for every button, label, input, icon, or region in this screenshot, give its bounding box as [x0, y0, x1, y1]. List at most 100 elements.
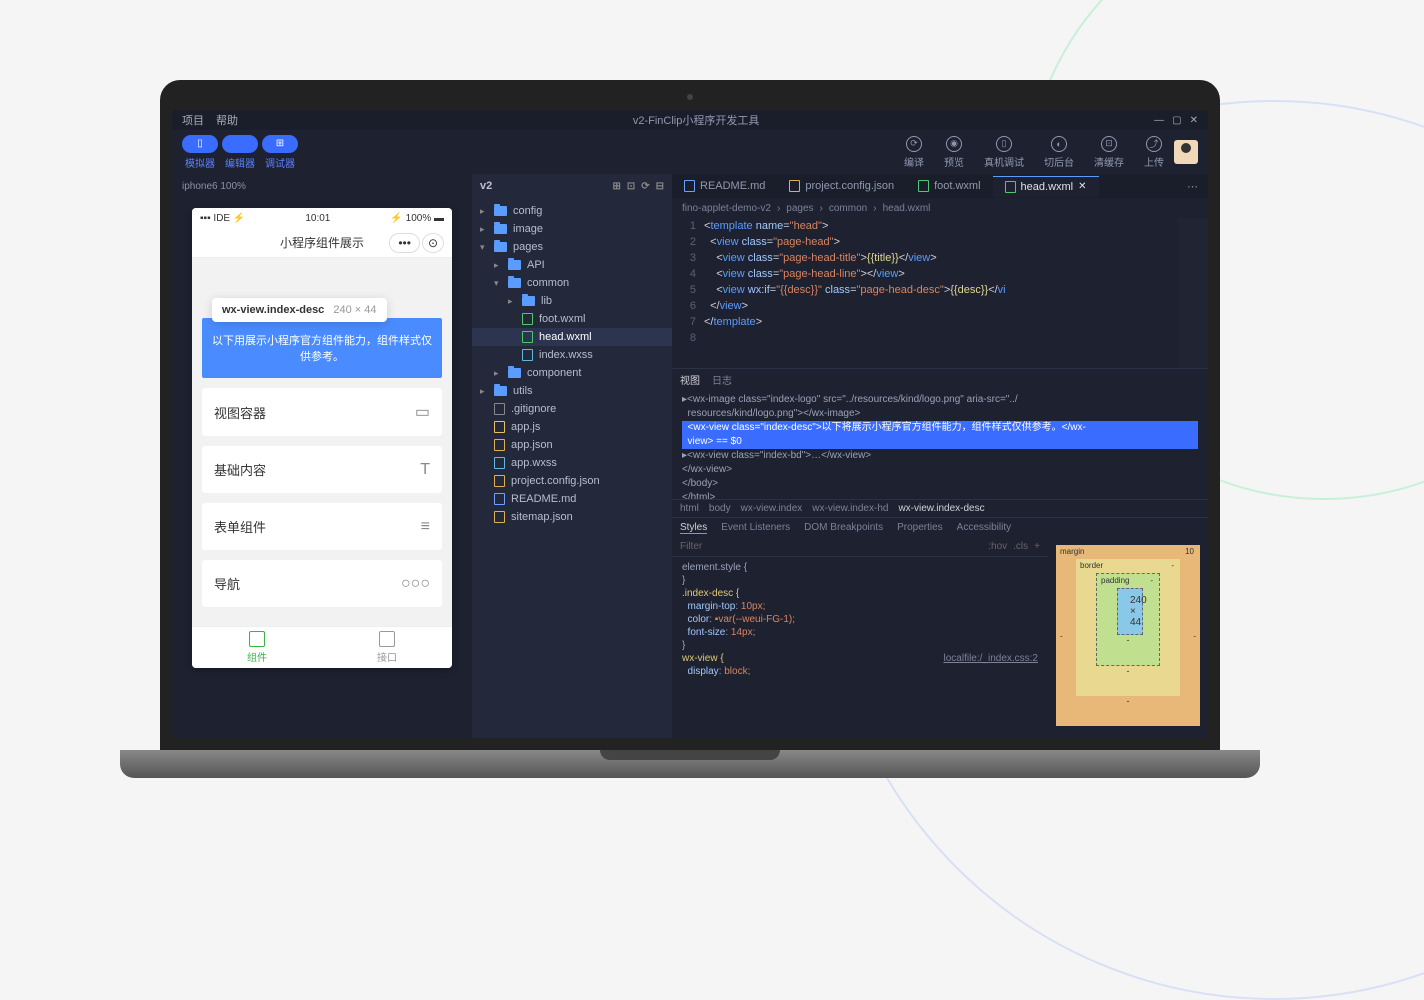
filter-action[interactable]: +	[1034, 541, 1040, 552]
minimize-icon[interactable]: —	[1154, 115, 1164, 126]
tree-item[interactable]: ▾ common	[472, 274, 672, 292]
toolbar-pill-0[interactable]: ▯ 模拟器	[182, 135, 218, 170]
border-bottom-val: -	[1127, 666, 1130, 676]
toolbar-action-0[interactable]: ⟳编译	[904, 136, 924, 169]
editor-panel: README.md project.config.json foot.wxml …	[672, 174, 1208, 738]
dom-line[interactable]: resources/kind/logo.png"></wx-image>	[682, 407, 1198, 421]
element-crumb[interactable]: wx-view.index-desc	[898, 503, 984, 514]
toolbar-pill-1[interactable]: 编辑器	[222, 135, 258, 170]
element-crumb[interactable]: wx-view.index-hd	[812, 503, 888, 514]
editor-tab[interactable]: head.wxml ✕	[993, 176, 1099, 197]
inspector-tooltip: wx-view.index-desc 240 × 44	[212, 298, 387, 322]
tree-item[interactable]: ▸ API	[472, 256, 672, 274]
list-item[interactable]: 基础内容 T	[202, 446, 442, 493]
dom-line[interactable]: </body>	[682, 477, 1198, 491]
new-folder-icon[interactable]: ⊡	[627, 181, 635, 192]
menu-help[interactable]: 帮助	[216, 112, 238, 128]
toolbar-action-3[interactable]: ◐切后台	[1044, 136, 1074, 169]
content-size: 240 × 44	[1117, 588, 1143, 635]
filter-input[interactable]: Filter	[680, 541, 702, 552]
more-icon[interactable]: •••	[389, 233, 420, 253]
tree-item[interactable]: README.md	[472, 490, 672, 508]
dom-line[interactable]: </html>	[682, 491, 1198, 499]
folder-icon	[522, 296, 535, 306]
new-file-icon[interactable]: ⊞	[612, 181, 620, 192]
dom-line[interactable]: ▸<wx-image class="index-logo" src="../re…	[682, 393, 1198, 407]
phone-tab-0[interactable]: 组件	[192, 627, 322, 668]
list-item[interactable]: 表单组件 ≡	[202, 503, 442, 550]
toolbar-action-2[interactable]: ▯真机调试	[984, 136, 1024, 169]
minimap[interactable]	[1178, 218, 1208, 368]
tree-item[interactable]: app.js	[472, 418, 672, 436]
phone-tab-1[interactable]: 接口	[322, 627, 452, 668]
tree-item[interactable]: project.config.json	[472, 472, 672, 490]
tab-name: head.wxml	[1021, 181, 1074, 193]
editor-tab[interactable]: foot.wxml	[906, 176, 992, 196]
tree-item[interactable]: app.wxss	[472, 454, 672, 472]
element-crumb[interactable]: html	[680, 503, 699, 514]
style-tab[interactable]: Styles	[680, 522, 707, 534]
element-crumb[interactable]: wx-view.index	[741, 503, 803, 514]
filter-action[interactable]: .cls	[1013, 541, 1028, 552]
tree-item[interactable]: ▸ image	[472, 220, 672, 238]
tab-overflow-icon[interactable]: ⋯	[1177, 180, 1208, 193]
file-icon	[494, 511, 505, 523]
style-tab[interactable]: Accessibility	[957, 522, 1011, 533]
tree-item[interactable]: head.wxml	[472, 328, 672, 346]
dom-line[interactable]: ▸<wx-view class="index-bd">…</wx-view>	[682, 449, 1198, 463]
dom-line[interactable]: </wx-view>	[682, 463, 1198, 477]
toolbar-action-1[interactable]: ◉预览	[944, 136, 964, 169]
tree-item-name: project.config.json	[511, 475, 600, 487]
tree-item[interactable]: ▸ config	[472, 202, 672, 220]
dom-inspector[interactable]: ▸<wx-image class="index-logo" src="../re…	[672, 389, 1208, 499]
maximize-icon[interactable]: ▢	[1172, 115, 1181, 126]
style-tab[interactable]: Event Listeners	[721, 522, 790, 533]
avatar[interactable]	[1174, 140, 1198, 164]
tree-item[interactable]: app.json	[472, 436, 672, 454]
highlighted-element[interactable]: 以下用展示小程序官方组件能力，组件样式仅供参考。	[202, 318, 442, 378]
list-item[interactable]: 导航 ○○○	[202, 560, 442, 607]
target-icon[interactable]: ⊙	[422, 233, 444, 253]
breadcrumb-segment[interactable]: common	[829, 203, 867, 214]
tree-item[interactable]: .gitignore	[472, 400, 672, 418]
close-icon[interactable]: ✕	[1190, 115, 1198, 126]
tree-item[interactable]: foot.wxml	[472, 310, 672, 328]
dom-line[interactable]: view> == $0	[682, 435, 1198, 449]
breadcrumb-segment[interactable]: fino-applet-demo-v2	[682, 203, 771, 214]
menu-project[interactable]: 项目	[182, 112, 204, 128]
devtools-tab-view[interactable]: 视图	[680, 372, 700, 387]
editor-tab[interactable]: README.md	[672, 176, 777, 196]
element-crumb[interactable]: body	[709, 503, 731, 514]
margin-right-val: -	[1193, 631, 1196, 640]
tree-item[interactable]: ▾ pages	[472, 238, 672, 256]
laptop-frame: 项目 帮助 v2-FinClip小程序开发工具 — ▢ ✕ ▯ 模拟器 编辑器 …	[160, 80, 1220, 780]
toolbar-pill-2[interactable]: ⊞ 调试器	[262, 135, 298, 170]
editor-tab[interactable]: project.config.json	[777, 176, 906, 196]
style-rules[interactable]: Filter :hov.cls+ element.style {}.index-…	[672, 537, 1048, 738]
tree-item[interactable]: ▸ lib	[472, 292, 672, 310]
toolbar-action-4[interactable]: ⊡清缓存	[1094, 136, 1124, 169]
style-tab[interactable]: DOM Breakpoints	[804, 522, 883, 533]
filter-action[interactable]: :hov	[988, 541, 1007, 552]
style-tab[interactable]: Properties	[897, 522, 943, 533]
tree-item[interactable]: sitemap.json	[472, 508, 672, 526]
folder-icon	[494, 242, 507, 252]
app-window: 项目 帮助 v2-FinClip小程序开发工具 — ▢ ✕ ▯ 模拟器 编辑器 …	[172, 110, 1208, 738]
tree-item[interactable]: ▸ utils	[472, 382, 672, 400]
refresh-icon[interactable]: ⟳	[641, 181, 649, 192]
breadcrumb-segment[interactable]: pages	[786, 203, 813, 214]
close-icon[interactable]: ✕	[1078, 181, 1086, 192]
dom-line[interactable]: <wx-view class="index-desc">以下将展示小程序官方组件…	[682, 421, 1198, 435]
collapse-icon[interactable]: ⊟	[656, 181, 664, 192]
camera-dot	[687, 94, 693, 100]
devtools-tab-log[interactable]: 日志	[712, 372, 732, 387]
list-item-label: 导航	[214, 574, 240, 593]
toolbar-action-5[interactable]: ⤴上传	[1144, 136, 1164, 169]
tree-item[interactable]: ▸ component	[472, 364, 672, 382]
tree-item[interactable]: index.wxss	[472, 346, 672, 364]
breadcrumb-segment[interactable]: head.wxml	[883, 203, 931, 214]
code-editor[interactable]: 12345678 <template name="head"> <view cl…	[672, 218, 1208, 368]
tree-item-name: .gitignore	[511, 403, 556, 415]
tree-item-name: pages	[513, 241, 543, 253]
list-item[interactable]: 视图容器 ▭	[202, 388, 442, 436]
